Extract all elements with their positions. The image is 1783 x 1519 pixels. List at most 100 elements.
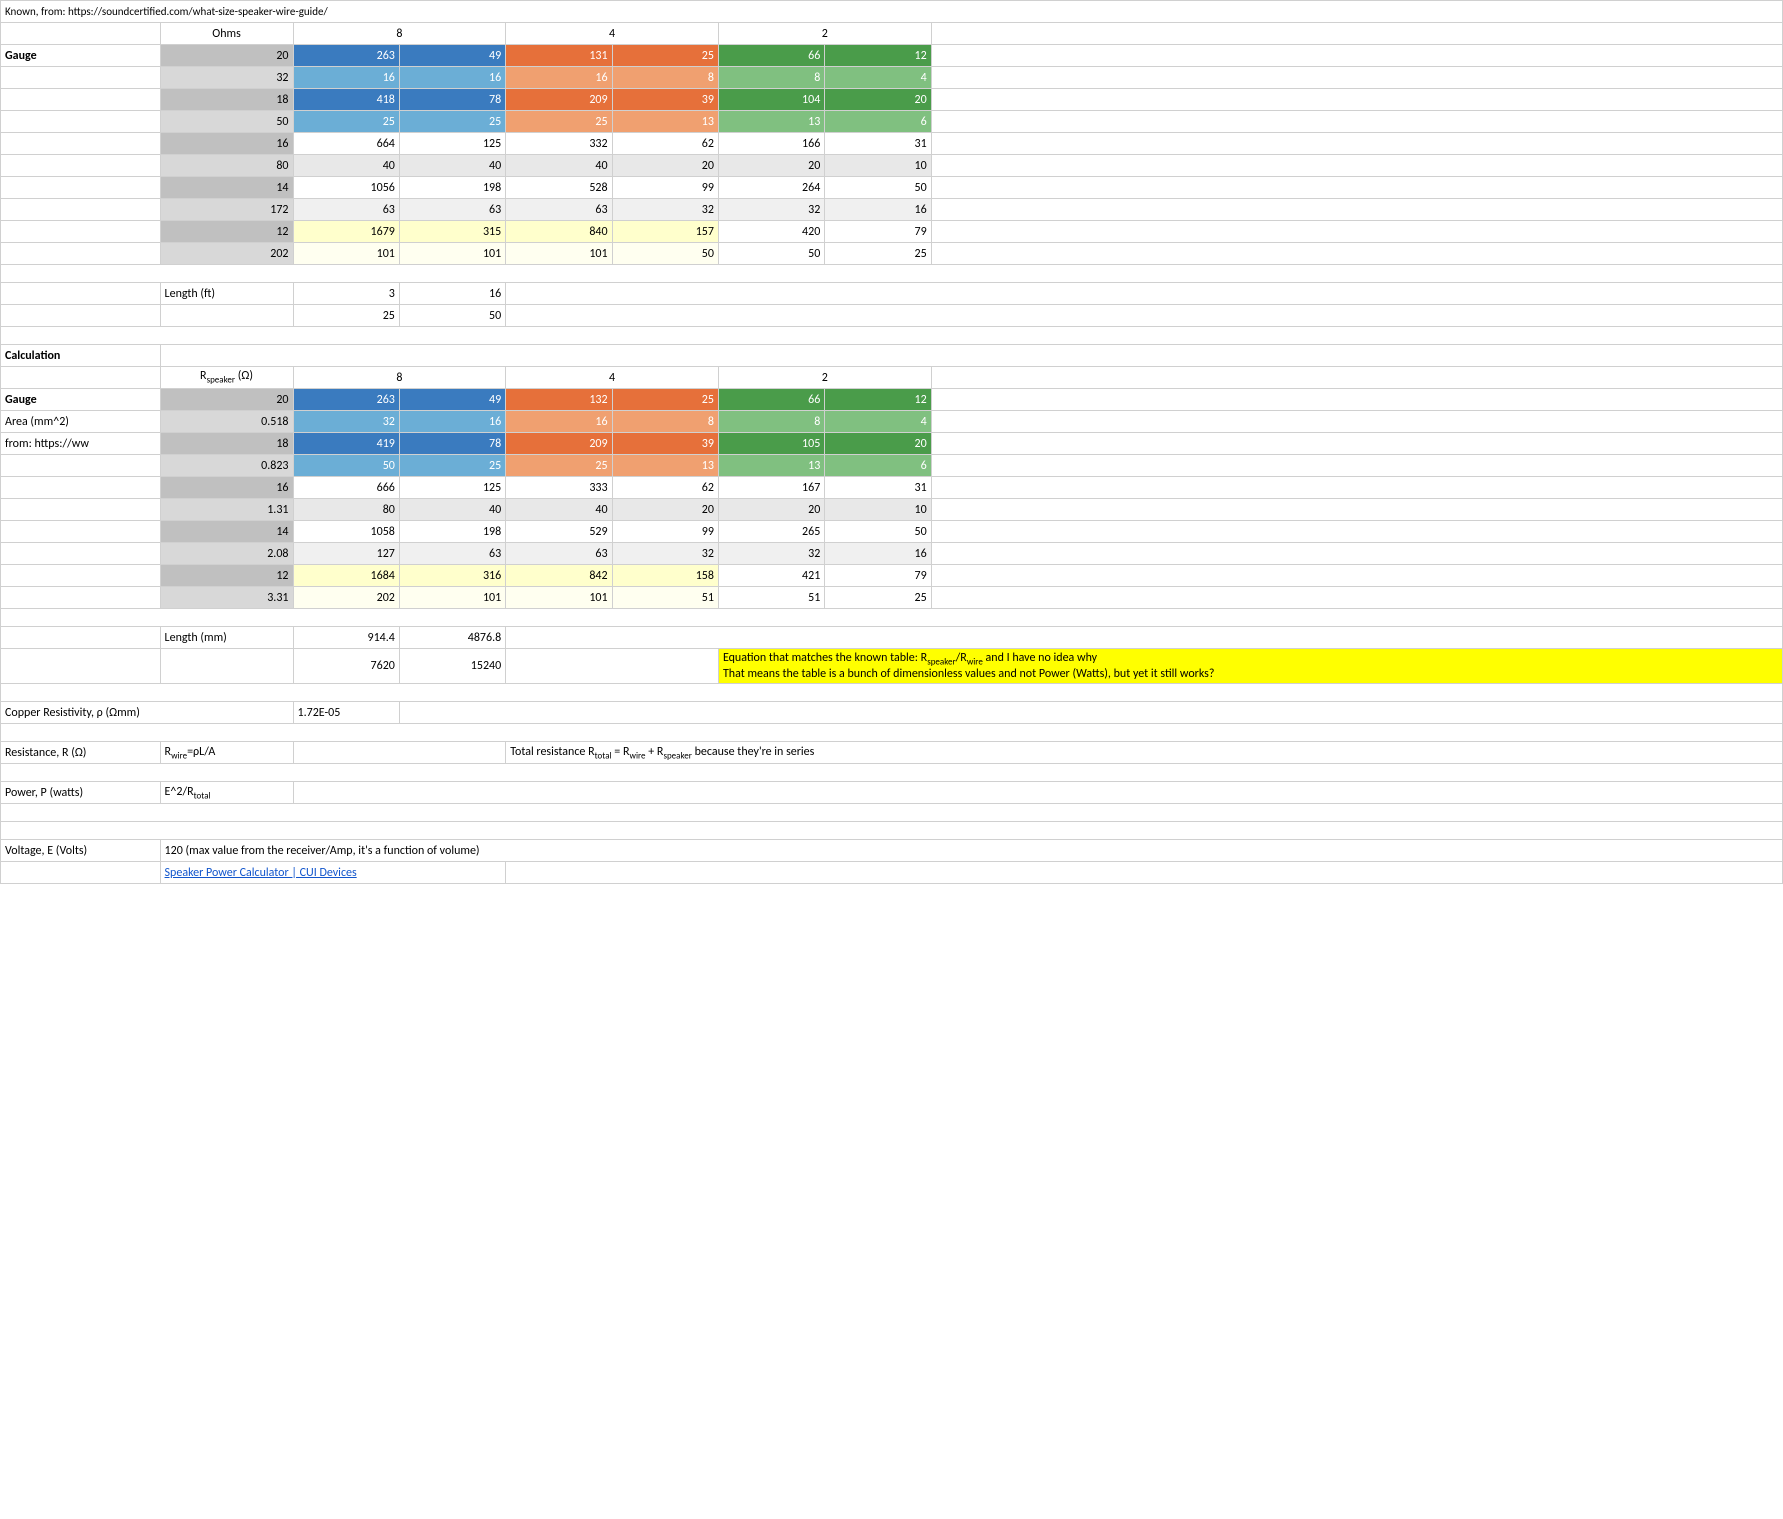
sv8a-18: 25 <box>293 111 399 133</box>
area-val-16: 1.31 <box>160 499 293 521</box>
cv8a-18: 419 <box>293 433 399 455</box>
csub2a-20: 8 <box>718 411 824 433</box>
csub4a-16: 40 <box>506 499 612 521</box>
empty-row-5 <box>1 724 1783 742</box>
link-row: Speaker Power Calculator | CUI Devices <box>1 862 1783 884</box>
sv2b-14: 16 <box>825 199 931 221</box>
empty-a-s18 <box>1 111 161 133</box>
empty-from-12 <box>1 565 161 587</box>
calculation-header-row: Calculation <box>1 345 1783 367</box>
calc-gauge-row-14: 14 1058 198 529 99 265 50 <box>1 521 1783 543</box>
gauge-12: 12 <box>160 221 293 243</box>
empty-calc-20 <box>931 389 1782 411</box>
cv2b-12: 79 <box>825 565 931 587</box>
empty-row-1 <box>1 265 1783 283</box>
equation-text: Equation that matches the known table: R… <box>723 651 1097 665</box>
sv8a-20: 16 <box>293 67 399 89</box>
v4a-20: 131 <box>506 45 612 67</box>
csub2b-18: 6 <box>825 455 931 477</box>
length-ft-16: 16 <box>399 283 505 305</box>
gauge-row-20: Gauge 20 263 49 131 25 66 12 <box>1 45 1783 67</box>
empty-a-s12 <box>1 243 161 265</box>
csub2a-18: 13 <box>718 455 824 477</box>
resistance-label: Resistance, R (Ω) <box>1 742 161 764</box>
voltage-row: Voltage, E (Volts) 120 (max value from t… <box>1 840 1783 862</box>
v2a-12: 420 <box>718 221 824 243</box>
sv2a-14: 32 <box>718 199 824 221</box>
empty-rspeaker-a <box>1 367 161 389</box>
empty-calc-14 <box>931 521 1782 543</box>
v8a-14: 1056 <box>293 177 399 199</box>
csub4a-12: 101 <box>506 587 612 609</box>
sub-row-20: 32 16 16 16 8 8 4 <box>1 67 1783 89</box>
empty-length-a <box>1 283 161 305</box>
v4a-12: 840 <box>506 221 612 243</box>
gauge-row-18: 18 418 78 209 39 104 20 <box>1 89 1783 111</box>
length-mm-label: Length (mm) <box>160 627 293 649</box>
voltage-value: 120 (max value from the receiver/Amp, it… <box>160 840 1782 862</box>
cv4b-12: 158 <box>612 565 718 587</box>
v4a-14: 528 <box>506 177 612 199</box>
empty-row-4 <box>1 684 1783 702</box>
csub8b-20: 16 <box>399 411 505 433</box>
cv8a-20: 263 <box>293 389 399 411</box>
empty-cells-20 <box>931 45 1782 67</box>
empty-cells-sub20 <box>931 67 1782 89</box>
cv4a-12: 842 <box>506 565 612 587</box>
area-val-12: 3.31 <box>160 587 293 609</box>
empty-cells-sub12 <box>931 243 1782 265</box>
spreadsheet-container: { "title": "Speaker Power Calculator CUL… <box>0 0 1783 1519</box>
empty-carea-18 <box>931 455 1782 477</box>
length-mm-row-1: Length (mm) 914.4 4876.8 <box>1 627 1783 649</box>
v4b-20: 25 <box>612 45 718 67</box>
empty-calc-header <box>160 345 1782 367</box>
csub4b-14: 32 <box>612 543 718 565</box>
empty-a <box>1 67 161 89</box>
empty-cell <box>1 23 161 45</box>
calc-area-row-14: 2.08 127 63 63 32 32 16 <box>1 543 1783 565</box>
v2a-16: 166 <box>718 133 824 155</box>
length-mm-7620: 7620 <box>293 649 399 684</box>
rwire-formula: Rwire=ρL/A <box>160 742 293 764</box>
csub2a-14: 32 <box>718 543 824 565</box>
v2b-18: 20 <box>825 89 931 111</box>
length-ft-50: 50 <box>399 305 505 327</box>
empty-cells-sub14 <box>931 199 1782 221</box>
link-cell[interactable]: Speaker Power Calculator | CUI Devices <box>160 862 506 884</box>
empty-row-7 <box>1 804 1783 822</box>
empty-cells-18 <box>931 89 1782 111</box>
v4b-18: 39 <box>612 89 718 111</box>
sv2a-18: 13 <box>718 111 824 133</box>
cv8a-12: 1684 <box>293 565 399 587</box>
col-4-header: 4 <box>506 23 719 45</box>
length-mm-4876: 4876.8 <box>399 627 505 649</box>
col-2-header: 2 <box>718 23 931 45</box>
sub-gauge-80: 80 <box>160 155 293 177</box>
ohms-label: Ohms <box>160 23 293 45</box>
calc-area-row-12: 3.31 202 101 101 51 51 25 <box>1 587 1783 609</box>
v8b-16: 125 <box>399 133 505 155</box>
v8a-20: 263 <box>293 45 399 67</box>
empty-from-16 <box>1 477 161 499</box>
length-ft-label: Length (ft) <box>160 283 293 305</box>
cv4b-14: 99 <box>612 521 718 543</box>
length-ft-25: 25 <box>293 305 399 327</box>
sv2b-18: 6 <box>825 111 931 133</box>
cv4b-18: 39 <box>612 433 718 455</box>
csub4b-20: 8 <box>612 411 718 433</box>
v8a-12: 1679 <box>293 221 399 243</box>
sv8b-18: 25 <box>399 111 505 133</box>
sv2b-16: 10 <box>825 155 931 177</box>
empty-a-s14 <box>1 199 161 221</box>
gauge-row-16: 16 664 125 332 62 166 31 <box>1 133 1783 155</box>
csub8a-14: 127 <box>293 543 399 565</box>
empty-carea-16 <box>931 499 1782 521</box>
empty-copper-rest <box>399 702 1782 724</box>
sv2b-20: 4 <box>825 67 931 89</box>
area-val-14: 2.08 <box>160 543 293 565</box>
cui-devices-link[interactable]: Speaker Power Calculator | CUI Devices <box>165 866 357 880</box>
cv4a-18: 209 <box>506 433 612 455</box>
sv4a-14: 63 <box>506 199 612 221</box>
calc-gauge-row-16: 16 666 125 333 62 167 31 <box>1 477 1783 499</box>
csub8b-12: 101 <box>399 587 505 609</box>
